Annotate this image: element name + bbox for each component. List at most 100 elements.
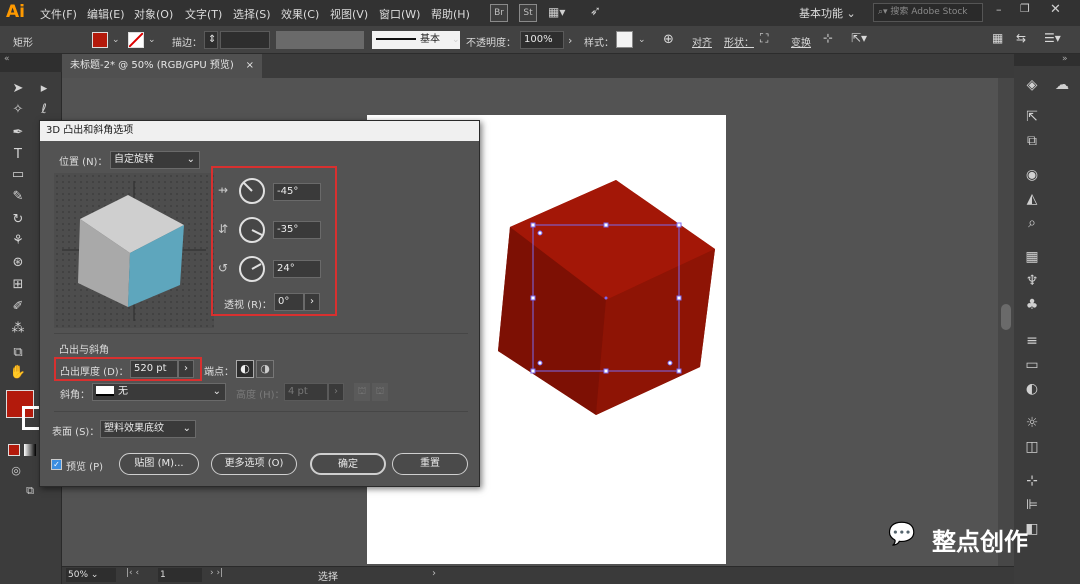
hand-tool-icon[interactable]: ✋ xyxy=(8,364,28,382)
menu-window[interactable]: 窗口(W) xyxy=(379,6,420,22)
stroke-swatch[interactable] xyxy=(128,32,144,48)
stroke-panel-icon[interactable]: ≡ xyxy=(1022,332,1042,350)
status-arrow-icon[interactable]: › xyxy=(432,568,436,579)
document-tab-close-icon[interactable]: × xyxy=(246,54,254,78)
rotation-preview[interactable] xyxy=(54,173,214,328)
lasso-tool-icon[interactable]: ℓ xyxy=(34,101,54,119)
scrollbar-thumb[interactable] xyxy=(1001,304,1011,330)
stock-search-input[interactable]: ⌕▾ 搜索 Adobe Stock xyxy=(873,3,983,22)
artboard-nav-first-icon[interactable]: |‹ ‹ xyxy=(126,568,139,578)
restore-icon[interactable]: ❐ xyxy=(1020,2,1030,15)
brushes-icon[interactable]: ♆ xyxy=(1022,272,1042,290)
arrange-documents-icon[interactable]: ▦▾ xyxy=(548,5,565,19)
menu-type[interactable]: 文字(T) xyxy=(185,6,222,22)
shape-link[interactable]: 形状： xyxy=(724,34,754,49)
x-rotation-dial[interactable] xyxy=(238,177,266,205)
color-icon[interactable]: ◉ xyxy=(1022,166,1042,184)
dock-collapse-icon[interactable]: » xyxy=(1014,54,1080,66)
style-dropdown-icon[interactable]: ⌄ xyxy=(638,35,646,45)
transparency-icon[interactable]: ◐ xyxy=(1022,380,1042,398)
mesh-tool-icon[interactable]: ⊞ xyxy=(8,276,28,294)
width-tool-icon[interactable]: ⚘ xyxy=(8,232,28,250)
swatches-icon[interactable]: ▦ xyxy=(1022,248,1042,266)
perspective-input[interactable]: 0° xyxy=(274,293,304,311)
shape-properties-icon[interactable]: ⛶ xyxy=(760,31,768,46)
minimize-icon[interactable]: – xyxy=(996,3,1002,16)
height-slider-button[interactable]: › xyxy=(328,383,344,401)
graphic-style-swatch[interactable] xyxy=(616,31,633,48)
bevel-out-button[interactable]: ⛫ xyxy=(354,383,370,401)
bridge-button[interactable]: Br xyxy=(490,4,508,22)
color-mode-icon[interactable] xyxy=(8,444,20,456)
menu-effect[interactable]: 效果(C) xyxy=(281,6,319,22)
menu-file[interactable]: 文件(F) xyxy=(40,6,77,22)
menu-edit[interactable]: 编辑(E) xyxy=(87,6,125,22)
zoom-select[interactable]: 50% ⌄ xyxy=(66,568,116,582)
document-tab[interactable]: 未标题-2* @ 50% (RGB/GPU 预览) × xyxy=(62,54,262,78)
bevel-in-button[interactable]: ⛫ xyxy=(372,383,388,401)
artboards-icon[interactable]: ⧉ xyxy=(1022,132,1042,150)
bevel-select[interactable]: 无 ⌄ xyxy=(92,383,226,401)
arrange-panels-icon[interactable]: ▦ xyxy=(992,31,1003,45)
opacity-input[interactable]: 100% xyxy=(520,31,564,49)
symbols-icon[interactable]: ♣ xyxy=(1022,296,1042,314)
map-art-button[interactable]: 贴图 (M)... xyxy=(119,453,199,475)
direct-selection-tool-icon[interactable]: ▸ xyxy=(34,80,54,98)
surface-select[interactable]: 塑料效果底纹 ⌄ xyxy=(100,420,196,438)
close-icon[interactable]: ✕ xyxy=(1050,2,1061,17)
color-guide-icon[interactable]: ◭ xyxy=(1022,190,1042,208)
cap-off-button[interactable]: ◑ xyxy=(256,360,274,378)
isolate-icon[interactable]: ⇱▾ xyxy=(851,31,867,45)
y-rotation-input[interactable]: -35° xyxy=(273,221,321,239)
creative-cloud-icon[interactable]: ☁ xyxy=(1052,76,1072,94)
cap-on-button[interactable]: ◐ xyxy=(236,360,254,378)
type-tool-icon[interactable]: T xyxy=(8,146,28,164)
align-panel-icon[interactable]: ⊫ xyxy=(1022,496,1042,514)
extrude-depth-slider-button[interactable]: › xyxy=(178,360,194,378)
layers-icon[interactable]: ◈ xyxy=(1022,76,1042,94)
x-rotation-input[interactable]: -45° xyxy=(273,183,321,201)
menu-select[interactable]: 选择(S) xyxy=(233,6,271,22)
z-rotation-input[interactable]: 24° xyxy=(273,260,321,278)
rectangle-tool-icon[interactable]: ▭ xyxy=(8,166,28,184)
shape-builder-tool-icon[interactable]: ⊛ xyxy=(8,254,28,272)
magnifier-icon[interactable]: ⌕ xyxy=(1022,214,1042,232)
vertical-scrollbar[interactable] xyxy=(998,78,1014,568)
height-input[interactable]: 4 pt xyxy=(284,383,328,401)
rotate-tool-icon[interactable]: ↻ xyxy=(8,211,28,229)
stroke-dropdown-icon[interactable]: ⌄ xyxy=(148,35,156,45)
position-select[interactable]: 自定旋转 ⌄ xyxy=(110,151,200,169)
gpu-rocket-icon[interactable]: ➶ xyxy=(590,4,601,19)
fill-dropdown-icon[interactable]: ⌄ xyxy=(112,35,120,45)
recolor-artwork-icon[interactable]: ⊕ xyxy=(663,32,674,47)
preview-checkbox[interactable]: ✓ xyxy=(51,459,62,470)
tools-collapse-icon[interactable]: « xyxy=(0,54,62,72)
fill-swatch[interactable] xyxy=(92,32,108,48)
appearance-icon[interactable]: ☼ xyxy=(1022,414,1042,432)
z-rotation-dial[interactable] xyxy=(238,255,266,283)
transform-icon[interactable]: ⊹ xyxy=(823,31,833,45)
extrude-depth-input[interactable]: 520 pt xyxy=(130,360,178,378)
symbol-sprayer-tool-icon[interactable]: ⁂ xyxy=(8,320,28,338)
draw-mode-icon[interactable]: ◎ xyxy=(6,462,26,480)
pen-tool-icon[interactable]: ✒ xyxy=(8,124,28,142)
stock-button[interactable]: St xyxy=(519,4,537,22)
reset-button[interactable]: 重置 xyxy=(392,453,468,475)
artboard-number-select[interactable]: 1 xyxy=(158,568,202,582)
y-rotation-dial[interactable] xyxy=(238,216,266,244)
transform-panel-icon[interactable]: ⊹ xyxy=(1022,472,1042,490)
stroke-weight-input[interactable] xyxy=(220,31,270,49)
ok-button[interactable]: 确定 xyxy=(310,453,386,475)
more-options-button[interactable]: 更多选项 (O) xyxy=(211,453,297,475)
selection-tool-icon[interactable]: ➤ xyxy=(8,80,28,98)
perspective-slider-button[interactable]: › xyxy=(304,293,320,311)
gradient-mode-icon[interactable] xyxy=(24,444,36,456)
variable-width-profile[interactable] xyxy=(276,31,364,49)
brush-definition[interactable]: 基本 xyxy=(372,31,460,49)
artboard-nav-last-icon[interactable]: › ›| xyxy=(210,568,223,578)
panel-options-icon[interactable]: ⇆ xyxy=(1016,31,1026,45)
menu-view[interactable]: 视图(V) xyxy=(330,6,368,22)
eyedropper-tool-icon[interactable]: ✐ xyxy=(8,298,28,316)
transform-link[interactable]: 变换 xyxy=(791,34,811,49)
canvas-cube[interactable] xyxy=(490,175,722,420)
